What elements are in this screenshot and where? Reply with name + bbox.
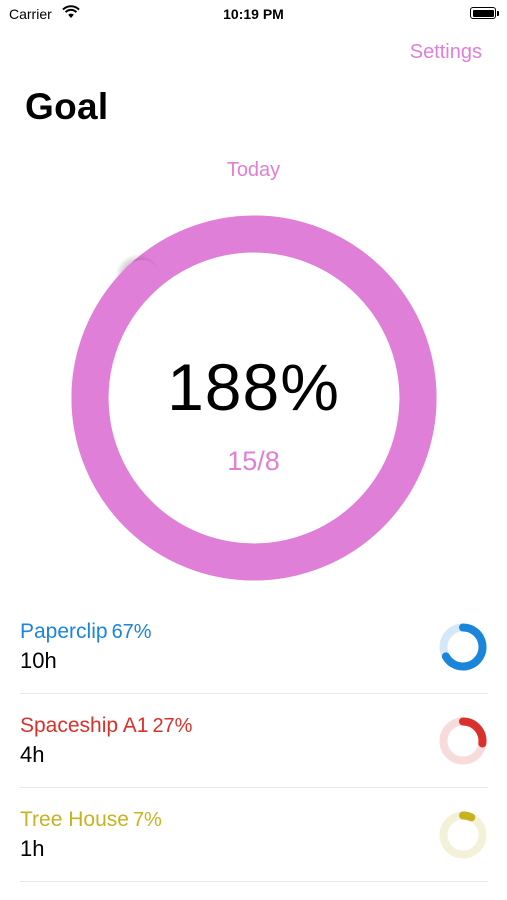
project-percent: 27% [152,715,193,737]
status-time: 10:19 PM [223,6,284,22]
project-progress-ring [439,811,487,859]
settings-button[interactable]: Settings [410,41,482,64]
goal-ring-tip [123,259,161,297]
project-row-tree-house[interactable]: Tree House 7% 1h [20,788,488,882]
project-name: Tree House [20,808,129,831]
project-percent: 7% [132,809,162,831]
project-hours: 10h [20,648,57,673]
period-label: Today [226,159,281,181]
page-title: Goal [25,86,109,127]
project-progress-ring [439,717,487,765]
project-ring-progress [459,811,476,822]
project-title: Paperclip 67% [20,620,152,644]
project-name: Spaceship A1 [20,714,149,737]
project-row-paperclip[interactable]: Paperclip 67% 10h [20,600,488,694]
project-progress-ring [439,623,487,671]
battery-icon [470,7,496,19]
project-hours: 4h [20,742,45,767]
battery-cap [497,11,499,16]
goal-percent: 188% [167,350,340,424]
project-name: Paperclip [20,620,108,643]
project-percent: 67% [111,621,152,643]
project-list: Paperclip 67% 10h Spaceship A1 27% 4h Tree… [20,600,488,882]
project-ring-track [439,811,487,859]
status-bar: Carrier 10:19 PM [0,0,507,30]
project-hours: 1h [20,836,45,861]
project-title: Tree House 7% [20,808,162,832]
project-title: Spaceship A1 27% [20,714,192,738]
goal-fraction: 15/8 [227,446,280,476]
project-ring-progress [459,717,487,748]
project-row-spaceship-a1[interactable]: Spaceship A1 27% 4h [20,694,488,788]
